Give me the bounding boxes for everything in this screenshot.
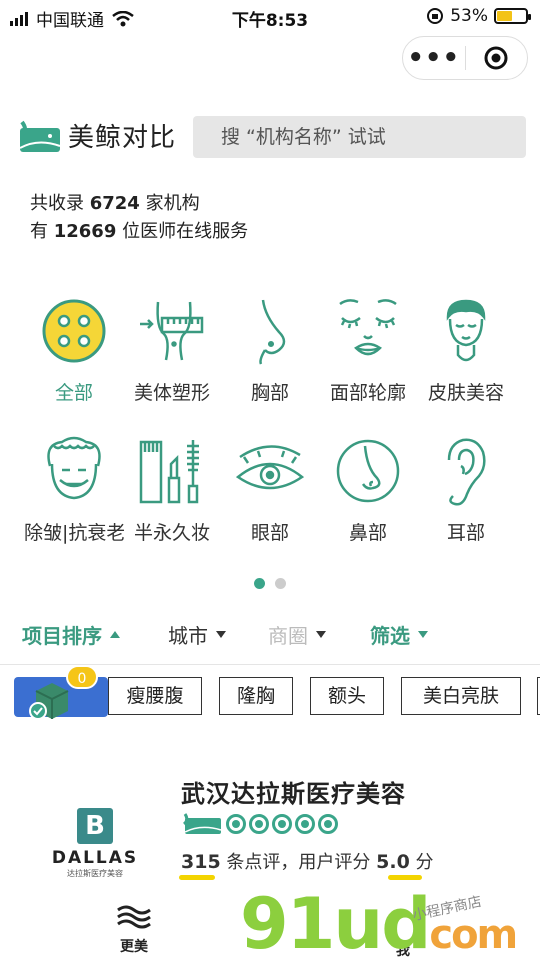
whale-rating-icon — [182, 813, 222, 834]
brand: 美鲸对比 — [18, 117, 176, 154]
category-label: 除皱|抗衰老 — [24, 522, 124, 544]
institution-logo: B DALLAS 达拉斯医疗美容 — [40, 808, 150, 880]
more-menu-button[interactable]: ••• — [403, 45, 465, 71]
category-label: 美体塑形 — [133, 382, 210, 404]
close-miniprogram-button[interactable] — [465, 45, 527, 71]
rating-dot — [272, 814, 292, 834]
category-all[interactable]: 全部 — [24, 292, 124, 405]
review-count: 315 — [181, 851, 221, 873]
category-label: 皮肤美容 — [427, 382, 504, 404]
category-eye[interactable]: 眼部 — [220, 432, 320, 545]
tag-item[interactable]: 瘦腰腹 — [108, 677, 202, 715]
doctor-stat: 有 12669 位医师在线服务 — [30, 218, 248, 246]
category-ear[interactable]: 耳部 — [416, 432, 516, 545]
tag-item[interactable]: 额头 — [310, 677, 384, 715]
count-badge: 0 — [66, 665, 98, 689]
category-makeup[interactable]: 半永久妆 — [122, 432, 222, 545]
stat-suffix: 位医师在线服务 — [122, 221, 249, 242]
institution-stat: 共收录 6724 家机构 — [30, 190, 248, 218]
ear-icon — [416, 432, 516, 510]
battery-percent: 53% — [450, 6, 488, 26]
tag-item[interactable]: 美白亮肤 — [401, 677, 521, 715]
miniprogram-capsule: ••• — [402, 36, 528, 80]
stat-suffix: 家机构 — [145, 193, 200, 214]
caret-down-icon — [418, 631, 428, 638]
anti-aging-icon — [24, 432, 124, 510]
logo-mark: B — [77, 808, 113, 844]
stats: 共收录 6724 家机构 有 12669 位医师在线服务 — [30, 190, 248, 246]
body-shaping-icon — [122, 292, 222, 370]
rotation-lock-icon — [427, 8, 444, 24]
caret-up-icon — [110, 631, 120, 638]
battery-icon — [494, 8, 531, 24]
city-filter[interactable]: 城市 — [168, 620, 226, 649]
skin-care-icon — [416, 292, 516, 370]
category-body-shaping[interactable]: 美体塑形 — [122, 292, 222, 405]
category-anti-aging[interactable]: 除皱|抗衰老 — [24, 432, 124, 545]
category-label: 半永久妆 — [133, 522, 210, 544]
category-label: 眼部 — [250, 522, 289, 544]
caret-down-icon — [316, 631, 326, 638]
city-label: 城市 — [168, 624, 208, 648]
target-icon — [484, 46, 508, 70]
rating — [181, 812, 338, 836]
face-contour-icon — [318, 292, 418, 370]
category-chest[interactable]: 胸部 — [220, 292, 320, 405]
tag-item[interactable]: 隆胸 — [219, 677, 293, 715]
logo-text: DALLAS — [51, 848, 139, 868]
logo-subtext: 达拉斯医疗美容 — [67, 869, 123, 878]
institution-count: 6724 — [89, 193, 140, 214]
district-label: 商圈 — [268, 624, 308, 648]
rating-dot — [226, 814, 246, 834]
brand-name: 美鲸对比 — [68, 123, 177, 153]
caret-down-icon — [216, 631, 226, 638]
eye-icon — [220, 432, 320, 510]
waves-icon — [117, 905, 151, 929]
page-dot-active[interactable] — [254, 578, 265, 589]
whale-logo-icon — [19, 120, 61, 152]
stat-prefix: 共收录 — [30, 193, 84, 214]
district-filter[interactable]: 商圈 — [268, 620, 326, 649]
rating-dot — [318, 814, 338, 834]
category-label: 全部 — [54, 382, 93, 404]
more-filter[interactable]: 筛选 — [370, 620, 428, 649]
status-right: 53% — [426, 6, 531, 26]
sort-label: 项目排序 — [22, 624, 102, 648]
score: 5.0 — [376, 851, 410, 873]
tab-more[interactable]: 更美 — [104, 904, 164, 956]
review-summary: 315 条点评，用户评分 5.0 分 — [181, 848, 434, 874]
chest-icon — [220, 292, 320, 370]
search-input[interactable]: 搜 “机构名称” 试试 — [193, 116, 526, 158]
category-label: 胸部 — [250, 382, 289, 404]
category-nose[interactable]: 鼻部 — [318, 432, 418, 545]
review-text: 条点评，用户评分 — [226, 852, 371, 873]
review-underline — [179, 875, 215, 880]
category-label: 耳部 — [446, 522, 485, 544]
doctor-count: 12669 — [53, 221, 117, 242]
score-unit: 分 — [415, 852, 434, 873]
filter-label: 筛选 — [370, 624, 410, 648]
tag-row: 0 瘦腰腹 隆胸 额头 美白亮肤 — [0, 665, 540, 720]
stat-prefix: 有 — [30, 221, 48, 242]
nose-icon — [318, 432, 418, 510]
tab-label: 更美 — [120, 939, 148, 955]
category-face-contour[interactable]: 面部轮廓 — [318, 292, 418, 405]
category-label: 面部轮廓 — [329, 382, 406, 404]
rating-dot — [295, 814, 315, 834]
status-bar: 中国联通 下午8:53 53% — [0, 0, 540, 34]
page-dot[interactable] — [275, 578, 286, 589]
all-icon — [24, 292, 124, 370]
filter-bar: 项目排序 城市 商圈 筛选 — [0, 620, 540, 654]
institution-name: 武汉达拉斯医疗美容 — [181, 780, 406, 808]
category-skin-care[interactable]: 皮肤美容 — [416, 292, 516, 405]
page-indicator — [0, 578, 540, 589]
sort-filter[interactable]: 项目排序 — [22, 620, 120, 649]
score-underline — [388, 875, 422, 880]
category-label: 鼻部 — [348, 522, 387, 544]
makeup-icon — [122, 432, 222, 510]
watermark-main: 91ud — [240, 883, 431, 960]
rating-dot — [249, 814, 269, 834]
